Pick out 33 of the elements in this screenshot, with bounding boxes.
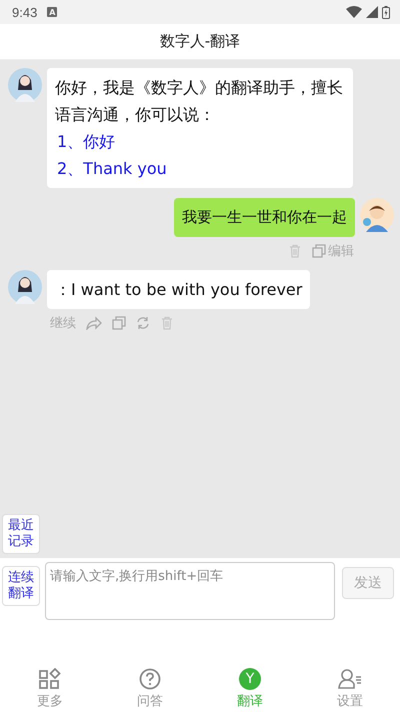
refresh-icon[interactable] [136, 316, 150, 330]
share-icon[interactable] [86, 316, 102, 330]
nav-tab[interactable]: Y 翻译 [200, 666, 300, 712]
message-text: 你好，我是《数字人》的翻译助手，擅长语言沟通，你可以说： [55, 77, 344, 126]
avatar [360, 198, 394, 232]
recent-records-button[interactable]: 最近记录 [2, 514, 40, 554]
grid-icon [39, 668, 61, 690]
nav-tab[interactable]: 更多 [0, 666, 100, 712]
nav-tab[interactable]: 设置 [300, 666, 400, 712]
wifi-icon [346, 6, 362, 18]
signal-icon [366, 6, 378, 18]
user-settings-icon [338, 668, 362, 690]
battery-icon [382, 6, 390, 18]
nav-tab[interactable]: 问答 [100, 666, 200, 712]
translate-badge-icon: Y [239, 668, 261, 690]
suggestion-link[interactable]: 1、你好 [55, 128, 345, 155]
help-icon [139, 668, 161, 690]
copy-icon [312, 244, 326, 258]
avatar [8, 270, 42, 304]
suggestion-link[interactable]: 2、Thank you [55, 155, 345, 182]
edit-button[interactable]: 编辑 [312, 242, 354, 260]
continuous-translate-button[interactable]: 连续翻译 [2, 566, 40, 606]
message-input[interactable]: 请输入文字,换行用shift+回车 [45, 562, 335, 620]
notification-icon: A [47, 7, 58, 17]
copy-icon[interactable] [112, 316, 126, 330]
message-text: 我要一生一世和你在一起 [182, 207, 347, 228]
trash-icon[interactable] [288, 244, 302, 258]
page-title: 数字人-翻译 [160, 32, 240, 51]
continue-button[interactable]: 继续 [50, 314, 76, 332]
trash-icon[interactable] [160, 316, 174, 330]
status-time: 9:43 [12, 4, 38, 20]
message-text: ：I want to be with you forever [55, 279, 302, 301]
avatar [8, 68, 42, 102]
